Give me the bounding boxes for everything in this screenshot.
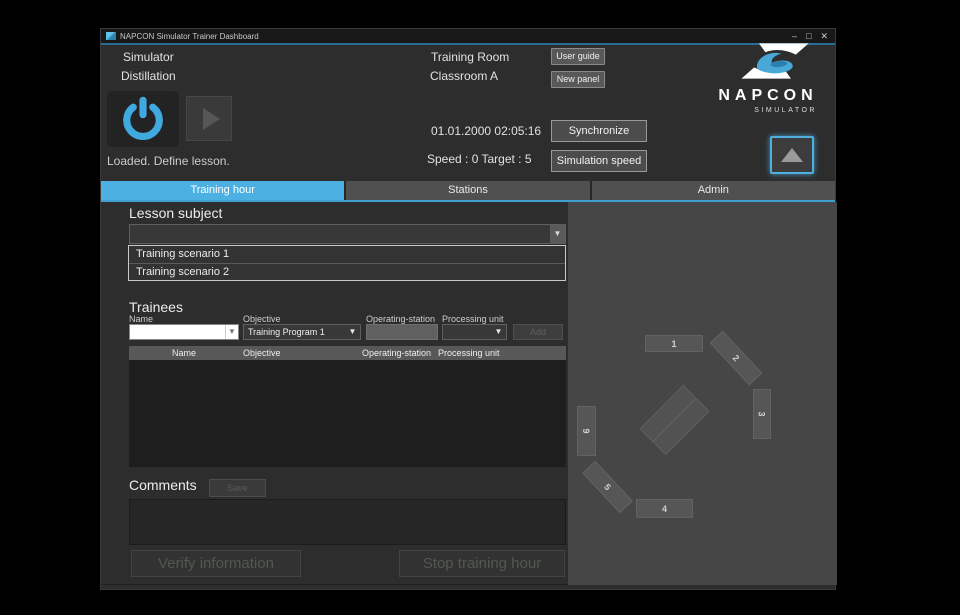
room-label: Training Room bbox=[431, 50, 509, 64]
status-text: Loaded. Define lesson. bbox=[107, 154, 230, 168]
simulation-speed-button[interactable]: Simulation speed bbox=[551, 150, 647, 172]
chevron-down-icon[interactable]: ▼ bbox=[225, 325, 238, 339]
classroom-layout-panel: 1 2 3 4 5 6 bbox=[568, 202, 837, 585]
comments-heading: Comments bbox=[129, 477, 197, 493]
tab-training-hour[interactable]: Training hour bbox=[101, 181, 344, 200]
comments-textarea[interactable] bbox=[129, 499, 566, 545]
station-6[interactable]: 6 bbox=[577, 406, 596, 456]
datetime-text: 01.01.2000 02:05:16 bbox=[431, 124, 541, 138]
lesson-subject-heading: Lesson subject bbox=[129, 205, 222, 221]
close-button[interactable]: ✕ bbox=[820, 31, 828, 41]
lesson-subject-options: Training scenario 1 Training scenario 2 bbox=[128, 245, 566, 281]
lesson-subject-select[interactable]: ▼ bbox=[129, 224, 566, 244]
play-icon bbox=[203, 108, 220, 130]
chevron-down-icon[interactable]: ▼ bbox=[550, 225, 565, 243]
trainee-name-input[interactable]: ▼ bbox=[129, 324, 239, 340]
objective-field-label: Objective bbox=[243, 314, 281, 324]
chevron-down-icon[interactable]: ▼ bbox=[491, 325, 506, 339]
add-trainee-button[interactable]: Add bbox=[513, 324, 563, 340]
operating-station-field-label: Operating-station bbox=[366, 314, 435, 324]
simulator-model: Distillation bbox=[121, 69, 176, 83]
column-header-processing-unit: Processing unit bbox=[438, 346, 520, 360]
station-5[interactable]: 5 bbox=[582, 461, 633, 514]
trainees-heading: Trainees bbox=[129, 299, 183, 315]
chevron-down-icon[interactable]: ▼ bbox=[345, 325, 360, 339]
processing-unit-field-label: Processing unit bbox=[442, 314, 504, 324]
column-header-name: Name bbox=[129, 346, 239, 360]
station-1[interactable]: 1 bbox=[645, 335, 703, 352]
room-name: Classroom A bbox=[430, 69, 498, 83]
verify-information-button[interactable]: Verify information bbox=[131, 550, 301, 577]
station-3[interactable]: 3 bbox=[753, 389, 771, 439]
lesson-subject-value bbox=[130, 225, 550, 243]
processing-unit-select[interactable]: ▼ bbox=[442, 324, 507, 340]
power-button[interactable] bbox=[107, 91, 179, 147]
window-title: NAPCON Simulator Trainer Dashboard bbox=[120, 32, 792, 41]
trainees-table-body bbox=[129, 360, 566, 467]
tab-stations[interactable]: Stations bbox=[346, 181, 589, 200]
stop-training-hour-button[interactable]: Stop training hour bbox=[399, 550, 565, 577]
column-header-empty bbox=[520, 346, 566, 360]
logo-brand-text: NAPCON bbox=[717, 87, 819, 105]
new-panel-button[interactable]: New panel bbox=[551, 71, 605, 88]
column-header-objective: Objective bbox=[239, 346, 362, 360]
content-area: 1 2 3 4 5 6 Lesson subject ▼ Training sc… bbox=[101, 202, 837, 585]
up-triangle-icon bbox=[781, 148, 803, 162]
objective-select[interactable]: Training Program 1 ▼ bbox=[243, 324, 361, 340]
play-button[interactable] bbox=[186, 96, 232, 141]
napcon-logo-icon bbox=[735, 37, 815, 85]
save-comments-button[interactable]: Save bbox=[209, 479, 266, 497]
simulator-label: Simulator bbox=[123, 50, 174, 64]
trainees-table-header: Name Objective Operating-station Process… bbox=[129, 346, 566, 360]
tab-admin[interactable]: Admin bbox=[592, 181, 835, 200]
name-field-label: Name bbox=[129, 314, 153, 324]
screen-background: NAPCON Simulator Trainer Dashboard – □ ✕… bbox=[0, 0, 960, 615]
operating-station-field[interactable] bbox=[366, 324, 438, 340]
titlebar: NAPCON Simulator Trainer Dashboard – □ ✕ bbox=[101, 29, 835, 43]
option-training-scenario-1[interactable]: Training scenario 1 bbox=[129, 246, 565, 263]
titlebar-accent-line bbox=[101, 43, 835, 45]
power-icon bbox=[120, 96, 166, 142]
speed-text: Speed : 0 Target : 5 bbox=[427, 152, 532, 166]
station-2[interactable]: 2 bbox=[710, 331, 763, 386]
synchronize-button[interactable]: Synchronize bbox=[551, 120, 647, 142]
option-training-scenario-2[interactable]: Training scenario 2 bbox=[129, 263, 565, 280]
column-header-operating-station: Operating-station bbox=[362, 346, 438, 360]
logo-subtitle-text: SIMULATOR bbox=[717, 107, 817, 114]
station-4[interactable]: 4 bbox=[636, 499, 693, 518]
collapse-panel-button[interactable] bbox=[770, 136, 814, 174]
tab-bar: Training hour Stations Admin bbox=[101, 181, 835, 200]
app-window: NAPCON Simulator Trainer Dashboard – □ ✕… bbox=[100, 28, 836, 590]
user-guide-button[interactable]: User guide bbox=[551, 48, 605, 65]
app-logo-icon bbox=[106, 32, 116, 40]
